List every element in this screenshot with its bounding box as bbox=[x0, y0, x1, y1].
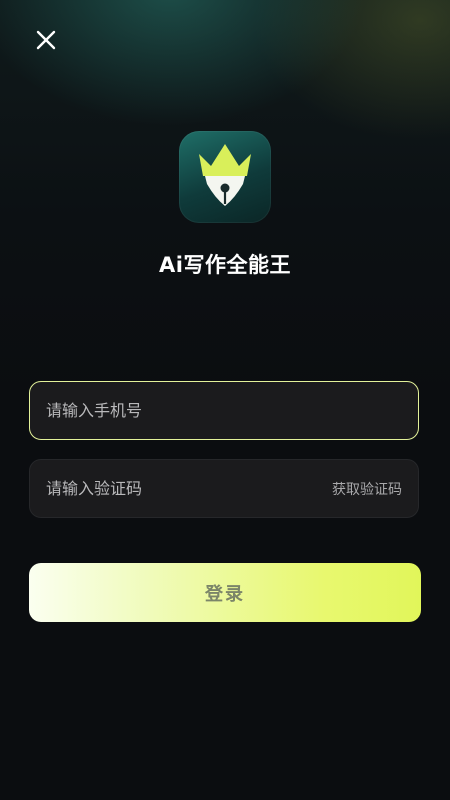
crown-pen-icon bbox=[195, 140, 255, 214]
close-button[interactable] bbox=[30, 26, 62, 58]
phone-input[interactable] bbox=[46, 401, 402, 420]
app-logo bbox=[179, 131, 271, 223]
phone-field[interactable] bbox=[29, 381, 419, 440]
get-code-button[interactable]: 获取验证码 bbox=[332, 479, 402, 499]
close-icon bbox=[36, 30, 56, 54]
app-title: Ai写作全能王 bbox=[159, 253, 291, 277]
verification-code-field[interactable]: 获取验证码 bbox=[29, 459, 419, 518]
verification-code-input[interactable] bbox=[46, 479, 324, 498]
login-button[interactable]: 登录 bbox=[29, 563, 421, 622]
login-button-label: 登录 bbox=[205, 583, 245, 605]
login-screen: Ai写作全能王 获取验证码 登录 bbox=[0, 0, 450, 800]
